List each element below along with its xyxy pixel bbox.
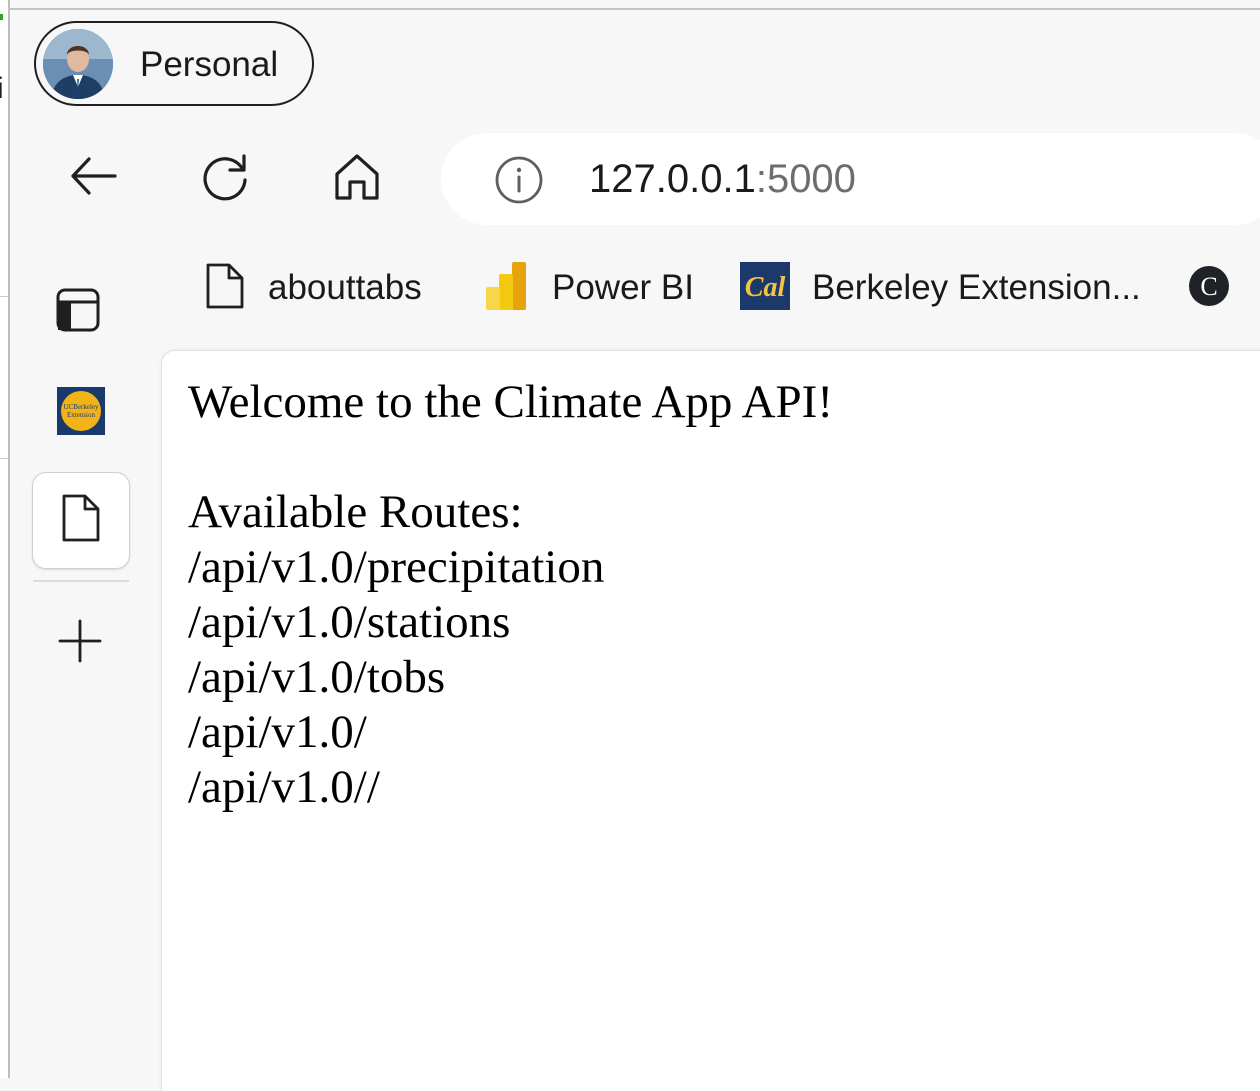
page-icon [204,261,246,316]
window-top-border [8,8,1260,10]
cal-icon: Cal [740,261,790,315]
page-icon [60,492,102,549]
favorite-label: Berkeley Extension... [812,268,1141,307]
c-logo-icon: C [1187,264,1231,313]
info-icon[interactable] [493,154,545,206]
tab-current-page[interactable] [32,472,130,569]
profile-label: Personal [140,45,279,84]
url-port: :5000 [755,157,856,201]
tab-actions-button[interactable] [48,282,108,342]
refresh-icon [197,148,253,209]
edge-glyph: i [0,72,4,105]
back-arrow-icon [65,148,121,209]
api-page: Welcome to the Climate App API! Availabl… [188,375,833,815]
route-item: /api/v1.0/precipitation [188,541,605,593]
back-button[interactable] [58,143,128,213]
uc-berkeley-extension-icon: UCBerkeley Extension [57,386,105,440]
svg-text:C: C [1200,272,1217,301]
address-bar[interactable]: 127.0.0.1:5000 [441,133,1260,225]
welcome-text: Welcome to the Climate App API! [188,376,833,428]
svg-text:Cal: Cal [745,272,786,303]
route-item: /api/v1.0/stations [188,596,511,648]
tabs-divider [33,580,129,582]
tab-uc-berkeley-extension[interactable]: UCBerkeley Extension [52,384,110,442]
adjacent-window-edge: i [0,0,10,1078]
home-button[interactable] [322,143,392,213]
route-item: /api/v1.0/ [188,706,367,758]
favorite-label: abouttabs [268,268,422,307]
route-item: /api/v1.0// [188,761,380,813]
favorite-c-site[interactable]: C [1187,258,1231,318]
tab-actions-icon [55,287,101,338]
route-item: /api/v1.0/tobs [188,651,446,703]
favorite-label: Power BI [552,268,694,307]
url-text[interactable]: 127.0.0.1:5000 [589,157,856,201]
svg-text:Extension: Extension [67,411,95,419]
edge-indicator [0,14,3,20]
url-host: 127.0.0.1 [589,157,756,201]
profile-button[interactable]: Personal [34,21,314,106]
refresh-button[interactable] [190,143,260,213]
power-bi-icon [484,260,530,317]
home-icon [329,148,385,209]
svg-text:UCBerkeley: UCBerkeley [64,403,99,411]
new-tab-button[interactable] [50,613,110,673]
avatar [43,29,113,99]
routes-heading: Available Routes: [188,486,523,538]
favorite-abouttabs[interactable]: abouttabs [204,258,422,318]
favorite-berkeley-extension[interactable]: Cal Berkeley Extension... [740,258,1141,318]
page-content: Welcome to the Climate App API! Availabl… [161,350,1260,1091]
new-tab-icon [57,618,103,669]
favorite-power-bi[interactable]: Power BI [484,258,694,318]
